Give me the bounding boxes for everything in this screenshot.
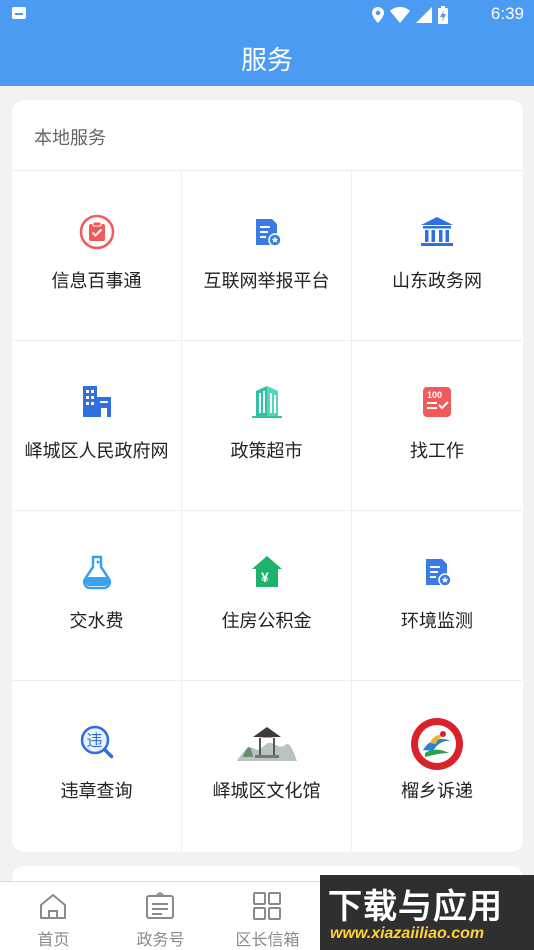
government-building-icon — [421, 217, 453, 246]
service-water-fee[interactable]: 交水费 — [12, 511, 182, 681]
wifi-icon — [390, 7, 410, 23]
service-label: 找工作 — [410, 441, 464, 462]
service-label: 峄城区人民政府网 — [24, 441, 169, 462]
flask-icon — [82, 555, 112, 590]
score-100-icon: 100 — [423, 387, 451, 417]
grid-icon — [253, 892, 281, 920]
list-box-icon — [146, 891, 174, 919]
page-title: 服务 — [240, 46, 293, 76]
pavilion-icon — [237, 727, 297, 761]
service-label: 交水费 — [69, 611, 124, 632]
service-find-job[interactable]: 100 找工作 — [352, 341, 522, 511]
document-star-icon — [256, 219, 282, 247]
tab-mayor-mailbox[interactable]: 区长信箱 — [214, 882, 321, 950]
status-time: 6:39 — [490, 4, 524, 23]
building-teal-icon — [252, 386, 282, 418]
section-title: 本地服务 — [34, 128, 106, 149]
service-info-news[interactable]: 信息百事通 — [12, 171, 182, 341]
signal-icon — [416, 7, 432, 23]
service-internet-report[interactable]: 互联网举报平台 — [182, 171, 352, 341]
services-grid: 信息百事通 互联网举报平台 山东政务网 峄城区人民政府网 政策超市 100 找工… — [12, 170, 523, 852]
service-label: 峄城区文化馆 — [212, 781, 321, 802]
local-services-card: 本地服务 信息百事通 互联网举报平台 山东政务网 峄城区人民政府网 政策超市 1… — [12, 100, 523, 852]
clipboard-check-icon — [79, 214, 115, 250]
svg-text:违: 违 — [87, 731, 103, 750]
service-label: 互联网举报平台 — [203, 271, 330, 292]
service-label: 环境监测 — [401, 611, 473, 632]
svg-text:100: 100 — [427, 390, 442, 400]
svg-text:¥: ¥ — [261, 569, 269, 585]
service-label: 政策超市 — [230, 441, 303, 462]
round-emblem-icon — [411, 718, 463, 770]
document-star-icon — [426, 559, 452, 587]
watermark: 下载与应用 www.xiazaiiliao.com — [320, 875, 534, 950]
service-label: 山东政务网 — [392, 271, 482, 292]
service-shandong-gov[interactable]: 山东政务网 — [352, 171, 522, 341]
status-icons — [372, 6, 448, 24]
magnifier-violation-icon: 违 — [80, 725, 114, 759]
service-culture-center[interactable]: 峄城区文化馆 — [182, 681, 352, 851]
service-policy-market[interactable]: 政策超市 — [182, 341, 352, 511]
tab-home[interactable]: 首页 — [0, 882, 107, 950]
tab-gov-accounts[interactable]: 政务号 — [107, 882, 214, 950]
tab-label: 政务号 — [136, 930, 185, 949]
watermark-title: 下载与应用 — [328, 887, 503, 927]
tab-label: 区长信箱 — [235, 930, 300, 949]
battery-charging-icon — [438, 6, 448, 24]
service-label: 榴乡诉递 — [401, 781, 473, 802]
app-header: 服务 — [0, 28, 534, 86]
service-env-monitoring[interactable]: 环境监测 — [352, 511, 522, 681]
service-label: 住房公积金 — [221, 611, 312, 632]
location-icon — [372, 7, 384, 23]
message-notification-icon — [12, 7, 26, 19]
house-yen-icon: ¥ — [252, 556, 282, 587]
home-icon — [40, 894, 66, 919]
service-liuxiang-petition[interactable]: 榴乡诉递 — [352, 681, 522, 851]
office-buildings-icon — [83, 386, 111, 417]
status-bar: 6:39 — [0, 0, 534, 28]
tab-label: 首页 — [37, 930, 70, 949]
service-label: 违章查询 — [60, 781, 133, 802]
service-label: 信息百事通 — [51, 271, 142, 292]
service-housing-fund[interactable]: ¥ 住房公积金 — [182, 511, 352, 681]
service-yicheng-gov[interactable]: 峄城区人民政府网 — [12, 341, 182, 511]
watermark-url: www.xiazaiiliao.com — [330, 925, 485, 942]
service-violation-query[interactable]: 违 违章查询 — [12, 681, 182, 851]
